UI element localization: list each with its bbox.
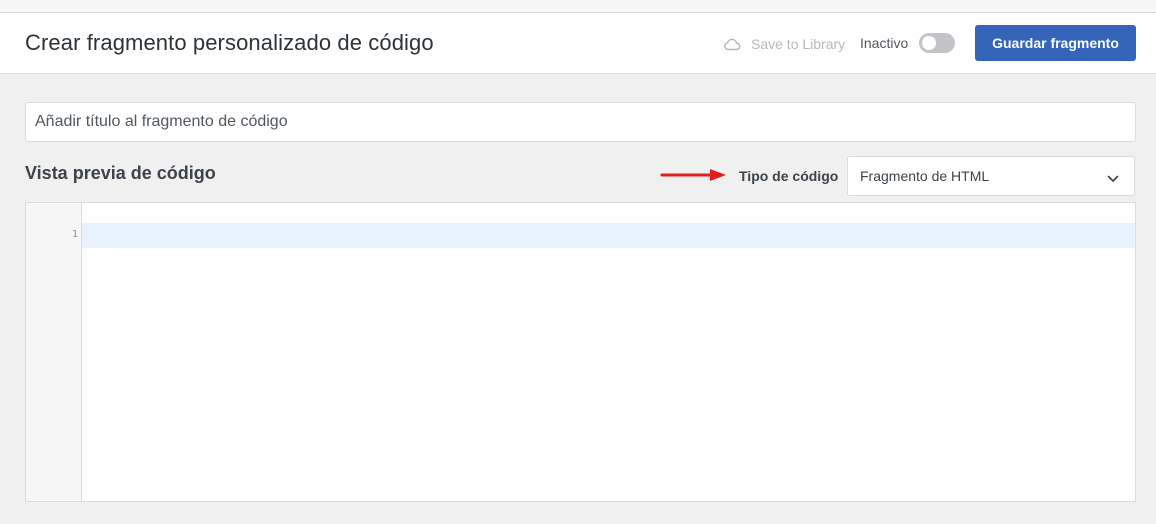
active-toggle[interactable] [919, 33, 955, 53]
page-title: Crear fragmento personalizado de código [25, 30, 434, 55]
editor-active-line[interactable] [82, 223, 1135, 248]
save-to-library-label: Save to Library [751, 36, 846, 52]
save-to-library-link[interactable]: Save to Library [723, 34, 845, 54]
code-type-select[interactable]: Fragmento de HTML [847, 156, 1135, 196]
status-label: Inactivo [860, 35, 909, 51]
toggle-knob [922, 36, 936, 50]
line-number: 1 [71, 229, 78, 240]
code-type-label: Tipo de código [739, 168, 839, 184]
cloud-icon [723, 37, 741, 51]
save-snippet-button[interactable]: Guardar fragmento [975, 25, 1136, 61]
editor-gutter: 1 [26, 203, 82, 501]
arrow-right-icon [660, 167, 728, 188]
chevron-down-icon [1107, 171, 1119, 189]
code-type-selected: Fragmento de HTML [860, 168, 990, 184]
code-editor[interactable]: 1 [25, 202, 1136, 502]
header-bar: Crear fragmento personalizado de código … [0, 13, 1156, 74]
snippet-title-input[interactable] [25, 102, 1136, 142]
code-preview-heading: Vista previa de código [25, 163, 216, 183]
top-strip [0, 0, 1156, 13]
